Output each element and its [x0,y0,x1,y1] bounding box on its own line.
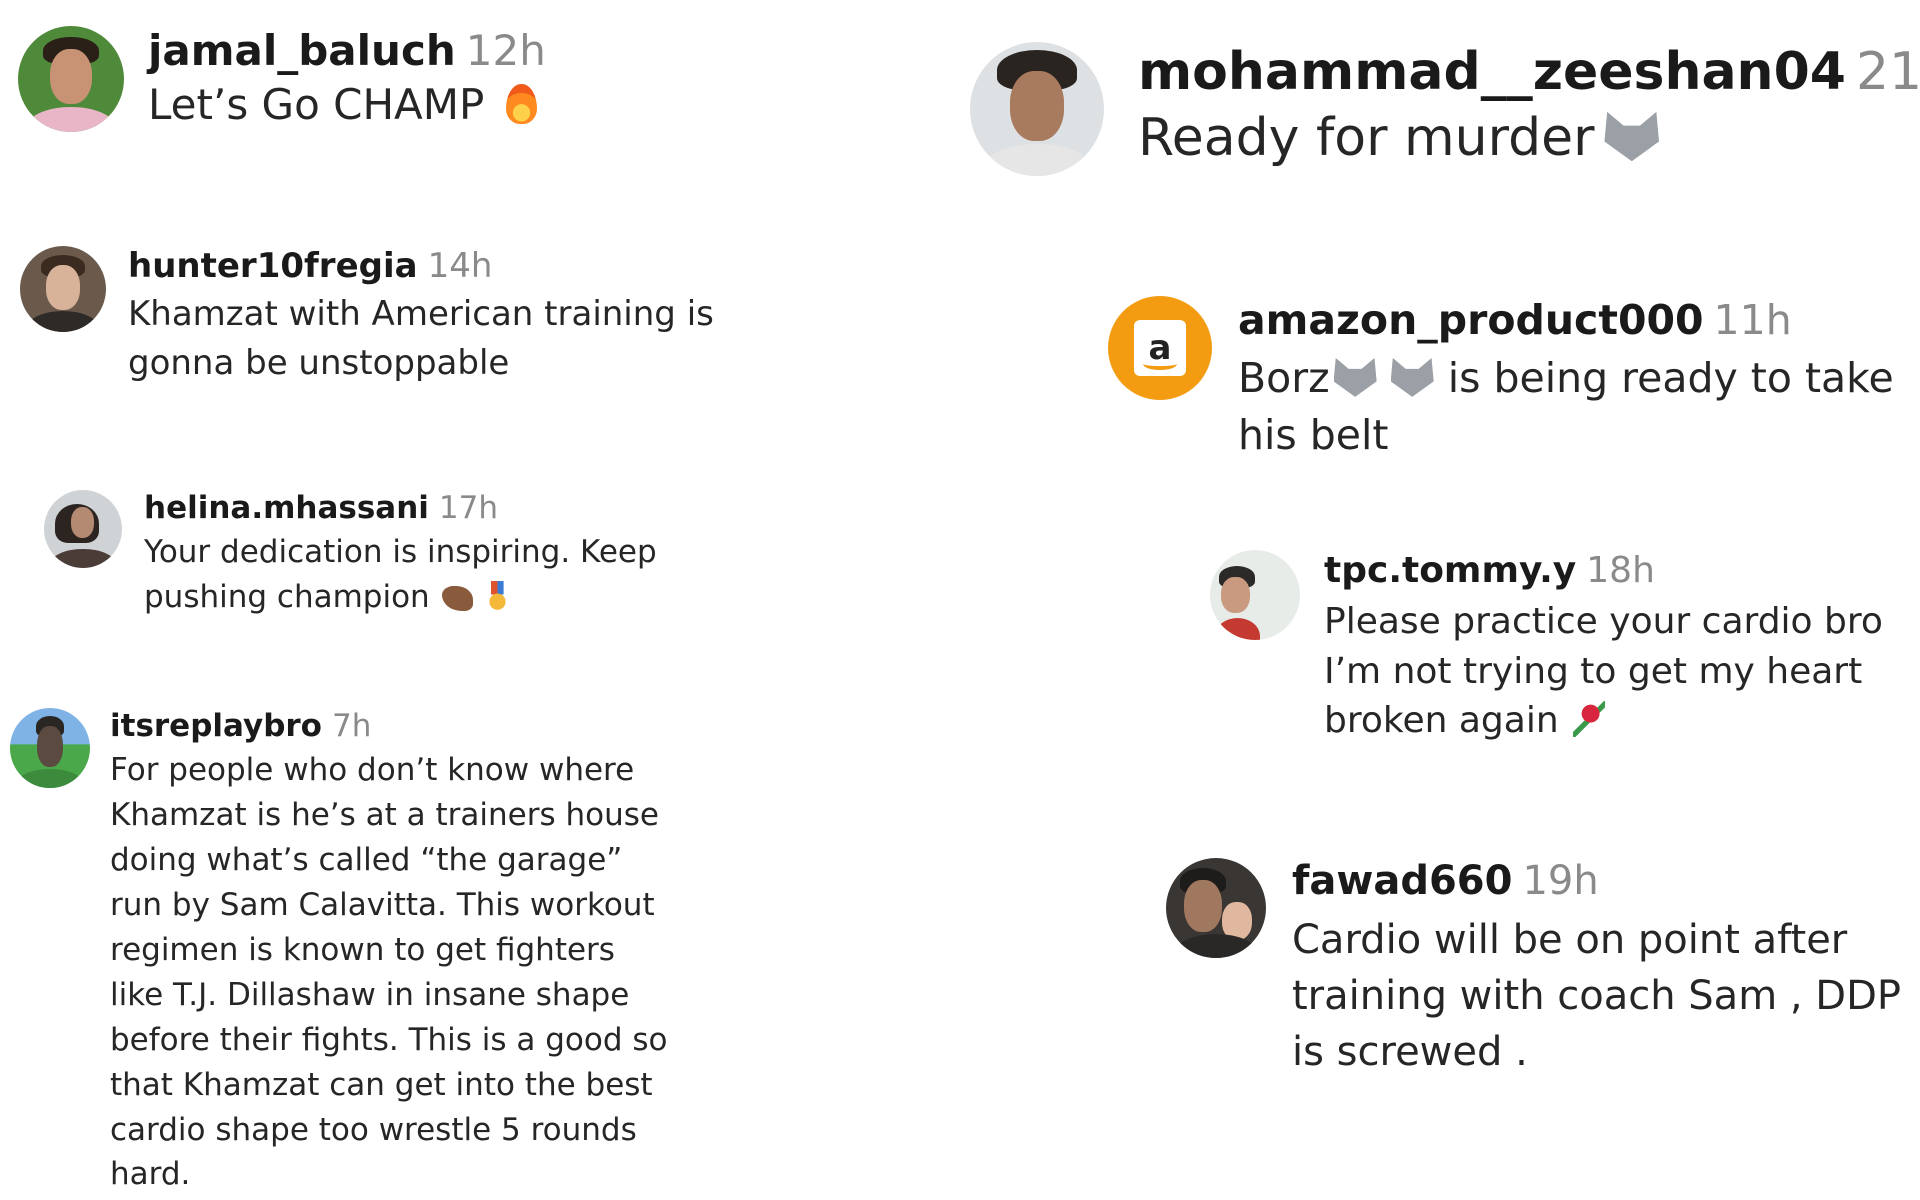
timestamp: 18h [1586,550,1655,591]
comment-header: jamal_baluch 12h [148,26,546,75]
comment-tpc-tommy-y: tpc.tommy.y 18h Please practice your card… [1210,550,1920,746]
avatar[interactable] [20,246,106,332]
avatar[interactable] [1166,858,1266,958]
comment-header: hunter10fregia 14h [128,246,728,286]
timestamp: 14h [427,246,493,286]
timestamp: 21h [1855,42,1920,102]
comment-header: helina.mhassani 17h [144,490,704,526]
avatar[interactable] [18,26,124,132]
username[interactable]: itsreplaybro [110,708,322,744]
comment-body: Let’s Go CHAMP [148,80,485,129]
username[interactable]: hunter10fregia [128,246,418,286]
comment-fawad660: fawad660 19h Cardio will be on point afte… [1166,858,1920,1080]
avatar[interactable] [44,490,122,568]
medal-emoji [486,581,509,611]
comment-text: Please practice your cardio bro I’m not … [1324,597,1914,746]
comment-amazon-product000: a amazon_product000 11h Borz is being read… [1108,296,1920,463]
comment-header: tpc.tommy.y 18h [1324,550,1920,591]
comment-header: itsreplaybro 7h [110,708,680,744]
username[interactable]: tpc.tommy.y [1324,550,1576,591]
fire-emoji [506,84,537,125]
comment-body: For people who don’t know where Khamzat … [110,752,668,1193]
comment-text: Borz is being ready to take his belt [1238,350,1918,463]
username[interactable]: mohammad__zeeshan04 [1138,42,1846,102]
comment-body: Khamzat with American training is gonna … [128,294,714,384]
comment-text: Let’s Go CHAMP [148,77,546,132]
avatar[interactable] [1210,550,1300,640]
username[interactable]: jamal_baluch [148,26,456,75]
amazon-logo-icon: a [1134,319,1186,377]
comment-body-start: Borz [1238,354,1330,402]
timestamp: 12h [465,26,546,75]
comment-jamal-baluch: jamal_baluch 12h Let’s Go CHAMP [18,26,546,132]
comment-mohammad-zeeshan04: mohammad__zeeshan0421h Ready for murder [970,42,1920,176]
comment-header: fawad660 19h [1292,858,1920,904]
username[interactable]: amazon_product000 [1238,296,1704,344]
comment-helina-mhassani: helina.mhassani 17h Your dedication is in… [44,490,704,620]
timestamp: 17h [438,490,499,526]
username[interactable]: helina.mhassani [144,490,429,526]
wolf-emoji [1604,111,1660,162]
comment-hunter10fregia: hunter10fregia 14h Khamzat with American … [20,246,728,389]
comment-body: Cardio will be on point after training w… [1292,917,1902,1075]
wolf-emoji [1390,357,1434,397]
wolf-emoji [1333,357,1377,397]
avatar[interactable] [10,708,90,788]
timestamp: 19h [1522,858,1599,904]
avatar[interactable] [970,42,1104,176]
wilted-rose-emoji [1572,700,1606,737]
username[interactable]: fawad660 [1292,858,1512,904]
comment-body: Your dedication is inspiring. Keep pushi… [144,534,657,615]
comment-text: Your dedication is inspiring. Keep pushi… [144,530,664,620]
comment-header: mohammad__zeeshan0421h [1138,42,1920,102]
comment-text: Ready for murder [1138,104,1920,173]
flexed-biceps-emoji [441,585,473,611]
timestamp: 11h [1713,296,1792,344]
comment-body: Ready for murder [1138,108,1595,168]
comment-header: amazon_product000 11h [1238,296,1920,344]
comment-itsreplaybro: itsreplaybro 7h For people who don’t know… [10,708,680,1197]
avatar[interactable]: a [1108,296,1212,400]
timestamp: 7h [331,708,372,744]
